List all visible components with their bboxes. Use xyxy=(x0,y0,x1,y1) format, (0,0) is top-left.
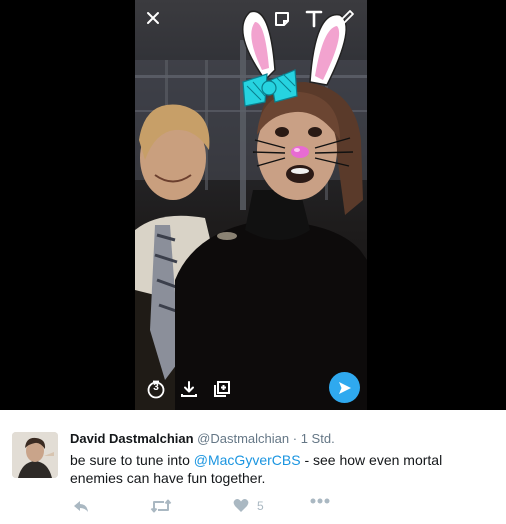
tweet-text: be sure to tune into @MacGyverCBS - see … xyxy=(70,451,490,487)
avatar[interactable] xyxy=(12,432,58,478)
media-area: 3 xyxy=(0,0,506,410)
send-button[interactable] xyxy=(329,372,360,403)
mention-link[interactable]: @MacGyverCBS xyxy=(194,452,301,468)
reply-icon xyxy=(74,501,88,512)
add-to-story-icon[interactable] xyxy=(211,378,233,400)
snapchat-photo[interactable]: 3 xyxy=(135,0,367,410)
retweet-button[interactable] xyxy=(150,498,172,514)
timer-value: 3 xyxy=(153,382,159,393)
heart-icon xyxy=(233,499,249,512)
reply-button[interactable] xyxy=(72,498,90,514)
tweet-text-before: be sure to tune into xyxy=(70,452,194,468)
tweet-actions: 5 xyxy=(70,498,470,516)
tweet-header: David Dastmalchian @Dastmalchian · 1 Std… xyxy=(70,431,335,446)
download-icon[interactable] xyxy=(178,378,200,400)
text-icon[interactable] xyxy=(303,7,325,29)
tweet-timestamp[interactable]: 1 Std. xyxy=(301,431,335,446)
like-button[interactable]: 5 xyxy=(233,498,264,513)
tweet[interactable]: David Dastmalchian @Dastmalchian · 1 Std… xyxy=(0,410,506,524)
send-icon xyxy=(338,381,351,394)
like-count: 5 xyxy=(257,498,264,513)
header-separator: · xyxy=(292,431,298,446)
more-icon xyxy=(310,498,330,504)
retweet-icon xyxy=(150,499,172,513)
sticker-icon[interactable] xyxy=(272,9,292,29)
pencil-icon[interactable] xyxy=(335,7,357,29)
more-button[interactable] xyxy=(310,498,330,504)
author-name[interactable]: David Dastmalchian xyxy=(70,431,194,446)
timer-icon[interactable]: 3 xyxy=(145,378,167,400)
snapchat-scene xyxy=(135,10,367,410)
close-icon[interactable] xyxy=(145,10,161,26)
author-handle[interactable]: @Dastmalchian xyxy=(197,431,289,446)
